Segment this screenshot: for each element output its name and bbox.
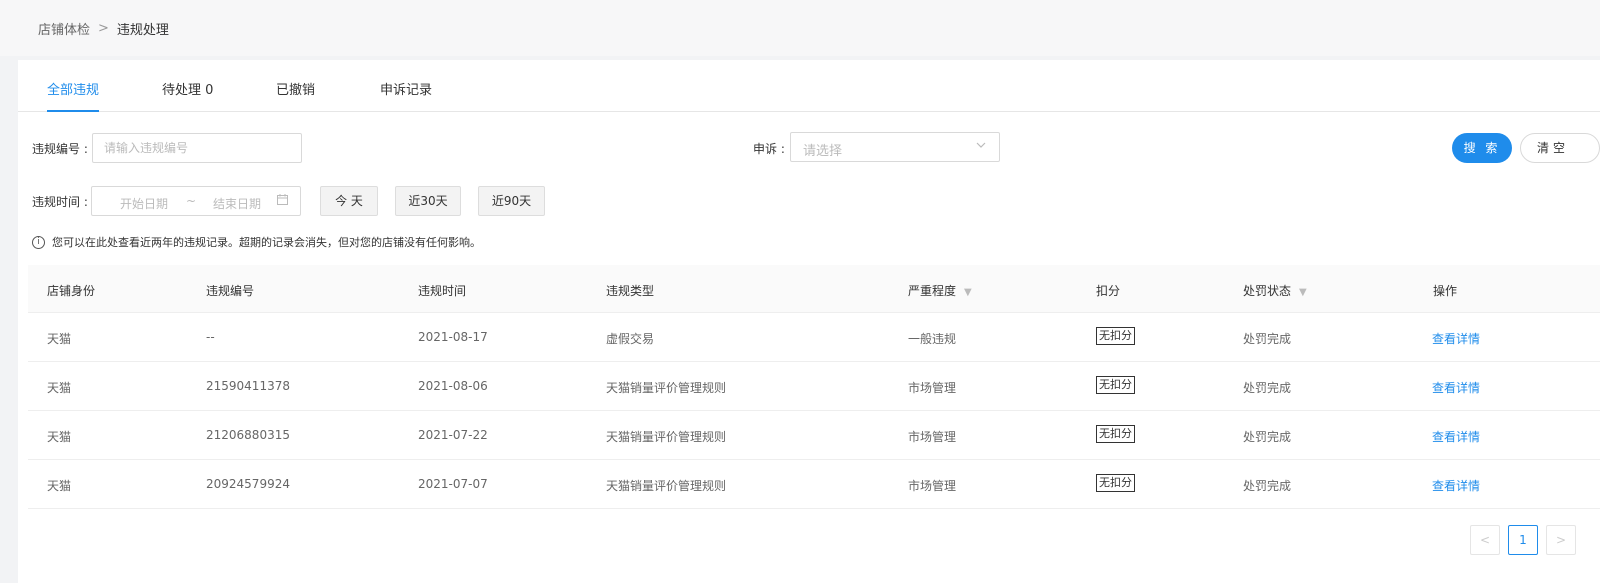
breadcrumb-current: 违规处理 — [116, 22, 169, 38]
chevron-down-icon — [975, 139, 987, 154]
breadcrumb-separator: > — [98, 20, 109, 36]
filter-icon[interactable]: ▼ — [964, 287, 972, 298]
cell-identity: 天猫 — [47, 332, 72, 346]
col-identity: 店铺身份 — [47, 284, 96, 298]
cell-type: 虚假交易 — [606, 332, 655, 346]
table-row: 天猫 -- 2021-08-17 虚假交易 一般违规 无扣分 处罚完成 查看详情 — [28, 313, 1600, 362]
view-details-link[interactable]: 查看详情 — [1432, 379, 1480, 396]
cell-number: -- — [206, 330, 215, 344]
page-1-button[interactable]: 1 — [1508, 525, 1538, 555]
points-badge: 无扣分 — [1096, 425, 1135, 443]
last-30-days-button[interactable]: 近30天 — [395, 186, 461, 216]
cell-number: 21590411378 — [206, 379, 290, 393]
start-date-placeholder[interactable]: 开始日期 — [120, 195, 168, 212]
col-number: 违规编号 — [206, 284, 255, 298]
points-badge: 无扣分 — [1096, 327, 1135, 345]
col-points: 扣分 — [1096, 284, 1121, 298]
cell-severity: 市场管理 — [908, 381, 957, 395]
table-header: 店铺身份 违规编号 违规时间 违规类型 严重程度 ▼ 扣分 处罚状态 ▼ 操作 — [28, 265, 1600, 313]
main-card: 全部违规 待处理 0 已撤销 申诉记录 违规编号 : 申诉 : 请选择 搜 索 … — [18, 60, 1600, 583]
cell-time: 2021-08-06 — [418, 379, 488, 393]
cell-type: 天猫销量评价管理规则 — [606, 381, 727, 395]
cell-number: 21206880315 — [206, 428, 290, 442]
col-type: 违规类型 — [606, 284, 655, 298]
cell-status: 处罚完成 — [1243, 479, 1292, 493]
breadcrumb: 店铺体检 > 违规处理 — [0, 0, 1600, 56]
cell-type: 天猫销量评价管理规则 — [606, 430, 727, 444]
appeal-select[interactable]: 请选择 — [790, 132, 1000, 162]
calendar-icon — [276, 193, 289, 209]
points-badge: 无扣分 — [1096, 474, 1135, 492]
view-details-link[interactable]: 查看详情 — [1432, 330, 1480, 347]
end-date-placeholder[interactable]: 结束日期 — [213, 195, 261, 212]
next-page-button[interactable]: > — [1546, 525, 1576, 555]
cell-identity: 天猫 — [47, 479, 72, 493]
col-time: 违规时间 — [418, 284, 467, 298]
date-range-picker[interactable]: 开始日期 ~ 结束日期 — [91, 186, 301, 216]
cell-time: 2021-07-07 — [418, 477, 488, 491]
cell-number: 20924579924 — [206, 477, 290, 491]
cell-severity: 市场管理 — [908, 479, 957, 493]
tab-pending[interactable]: 待处理 0 — [162, 60, 213, 112]
cell-time: 2021-08-17 — [418, 330, 488, 344]
cell-type: 天猫销量评价管理规则 — [606, 479, 727, 493]
today-button[interactable]: 今 天 — [320, 186, 378, 216]
appeal-label: 申诉 : — [753, 142, 785, 156]
cell-status: 处罚完成 — [1243, 381, 1292, 395]
col-action: 操作 — [1433, 284, 1458, 298]
cell-identity: 天猫 — [47, 430, 72, 444]
violation-time-label: 违规时间 : — [32, 195, 88, 209]
table-row: 天猫 20924579924 2021-07-07 天猫销量评价管理规则 市场管… — [28, 460, 1600, 509]
col-status-label: 处罚状态 — [1243, 284, 1292, 298]
breadcrumb-parent[interactable]: 店铺体检 — [38, 19, 90, 38]
cell-severity: 市场管理 — [908, 430, 957, 444]
tab-bar: 全部违规 待处理 0 已撤销 申诉记录 — [18, 60, 1600, 112]
table-row: 天猫 21590411378 2021-08-06 天猫销量评价管理规则 市场管… — [28, 362, 1600, 411]
table-row: 天猫 21206880315 2021-07-22 天猫销量评价管理规则 市场管… — [28, 411, 1600, 460]
violation-no-label: 违规编号 : — [32, 142, 88, 156]
cell-status: 处罚完成 — [1243, 332, 1292, 346]
clear-button[interactable]: 清空 — [1520, 133, 1600, 163]
col-severity-label: 严重程度 — [908, 284, 957, 298]
pagination: < 1 > — [1470, 525, 1600, 555]
appeal-select-placeholder: 请选择 — [803, 144, 843, 159]
tab-appeal-records[interactable]: 申诉记录 — [380, 60, 432, 112]
col-status: 处罚状态 ▼ — [1243, 282, 1307, 299]
cell-status: 处罚完成 — [1243, 430, 1292, 444]
violation-no-input[interactable] — [92, 133, 302, 163]
violations-table: 店铺身份 违规编号 违规时间 违规类型 严重程度 ▼ 扣分 处罚状态 ▼ 操作 天猫… — [28, 265, 1600, 509]
retention-notice: i 您可以在此处查看近两年的违规记录。超期的记录会消失，但对您的店铺没有任何影响… — [32, 234, 481, 250]
last-90-days-button[interactable]: 近90天 — [478, 186, 545, 216]
view-details-link[interactable]: 查看详情 — [1432, 477, 1480, 494]
notice-text: 您可以在此处查看近两年的违规记录。超期的记录会消失，但对您的店铺没有任何影响。 — [52, 236, 481, 249]
info-icon: i — [32, 235, 45, 249]
points-badge: 无扣分 — [1096, 376, 1135, 394]
search-button[interactable]: 搜 索 — [1452, 133, 1512, 163]
tab-all-violations[interactable]: 全部违规 — [47, 60, 100, 112]
cell-severity: 一般违规 — [908, 332, 957, 346]
date-range-separator: ~ — [186, 194, 197, 208]
filter-icon[interactable]: ▼ — [1299, 287, 1307, 298]
view-details-link[interactable]: 查看详情 — [1432, 428, 1480, 445]
cell-time: 2021-07-22 — [418, 428, 488, 442]
cell-identity: 天猫 — [47, 381, 72, 395]
tab-revoked[interactable]: 已撤销 — [276, 60, 315, 112]
prev-page-button[interactable]: < — [1470, 525, 1500, 555]
col-severity: 严重程度 ▼ — [908, 282, 972, 299]
